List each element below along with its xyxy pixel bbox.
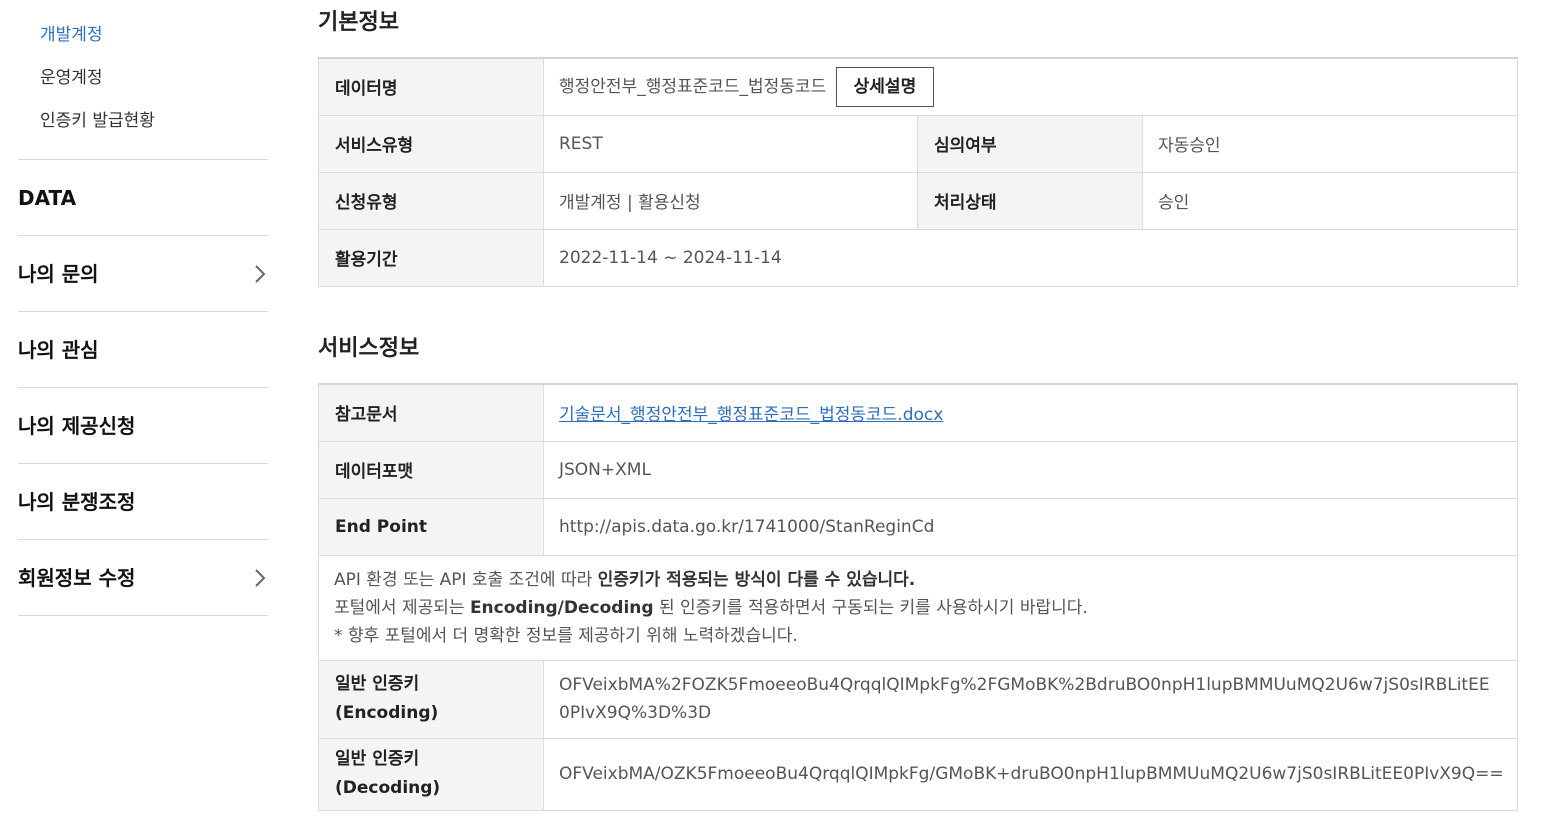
sidebar-head-inquiry[interactable]: 나의 문의: [18, 236, 268, 312]
table-row: 데이터명 행정안전부_행정표준코드_법정동코드 상세설명: [318, 57, 1518, 116]
table-row: 활용기간 2022-11-14 ~ 2024-11-14: [318, 228, 1518, 287]
apply-type-value: 개발계정 | 활용신청: [543, 171, 918, 230]
service-info-table: 참고문서 기술문서_행정안전부_행정표준코드_법정동코드.docx 데이터포맷 …: [318, 383, 1518, 811]
key-notice: API 환경 또는 API 호출 조건에 따라 인증키가 적용되는 방식이 다를…: [318, 554, 1518, 661]
period-label: 활용기간: [318, 228, 544, 287]
sidebar-item-dev-account[interactable]: 개발계정: [18, 14, 268, 57]
encoding-key-label-line2: (Encoding): [335, 703, 439, 723]
data-name-label: 데이터명: [318, 57, 544, 116]
notice-line: * 향후 포털에서 더 명확한 정보를 제공하기 위해 노력하겠습니다.: [334, 625, 798, 646]
decoding-key-label: 일반 인증키 (Decoding): [318, 737, 544, 811]
review-label: 심의여부: [917, 114, 1143, 173]
notice-emphasis: Encoding/Decoding: [469, 597, 654, 618]
sidebar-head-label: 나의 분쟁조정: [18, 490, 136, 514]
ref-doc-cell: 기술문서_행정안전부_행정표준코드_법정동코드.docx: [543, 383, 1518, 442]
basic-info-table: 데이터명 행정안전부_행정표준코드_법정동코드 상세설명 서비스유형 REST …: [318, 57, 1518, 287]
sidebar-head-provide-request[interactable]: 나의 제공신청: [18, 388, 268, 464]
sidebar-head-label: 나의 문의: [18, 262, 99, 286]
chevron-right-icon: [254, 540, 266, 616]
chevron-right-icon: [254, 236, 266, 312]
sidebar-head-label: 나의 관심: [18, 338, 99, 362]
sidebar-item-ops-account[interactable]: 운영계정: [18, 57, 268, 100]
encoding-key-value[interactable]: OFVeixbMA%2FOZK5FmoeeoBu4QrqqlQIMpkFg%2F…: [543, 659, 1518, 739]
format-label: 데이터포맷: [318, 440, 544, 499]
encoding-key-label-line1: 일반 인증키: [335, 674, 420, 694]
sidebar-head-data[interactable]: DATA: [18, 160, 268, 236]
sidebar-head-label: 회원정보 수정: [18, 566, 136, 590]
apply-type-label: 신청유형: [318, 171, 544, 230]
data-name-value: 행정안전부_행정표준코드_법정동코드: [559, 76, 827, 97]
sidebar: 개발계정 운영계정 인증키 발급현황 DATA 나의 문의 나의 관심 나의 제…: [18, 0, 268, 616]
review-value: 자동승인: [1142, 114, 1518, 173]
table-row: 일반 인증키 (Encoding) OFVeixbMA%2FOZK5Fmoeeo…: [318, 659, 1518, 739]
table-row: End Point http://apis.data.go.kr/1741000…: [318, 497, 1518, 556]
table-row: API 환경 또는 API 호출 조건에 따라 인증키가 적용되는 방식이 다를…: [318, 554, 1518, 661]
service-type-label: 서비스유형: [318, 114, 544, 173]
endpoint-value: http://apis.data.go.kr/1741000/StanRegin…: [543, 497, 1518, 556]
notice-text: 된 인증키를 적용하면서 구동되는 키를 사용하시기 바랍니다.: [653, 597, 1088, 618]
notice-emphasis: 인증키가 적용되는 방식이 다를 수 있습니다.: [597, 569, 916, 590]
notice-line: API 환경 또는 API 호출 조건에 따라 인증키가 적용되는 방식이 다를…: [334, 566, 1502, 594]
notice-text: API 환경 또는 API 호출 조건에 따라: [334, 569, 598, 590]
decoding-key-label-line2: (Decoding): [335, 778, 441, 798]
sidebar-head-member-edit[interactable]: 회원정보 수정: [18, 540, 268, 616]
notice-text: 포털에서 제공되는: [334, 597, 470, 618]
notice-line: 포털에서 제공되는 Encoding/Decoding 된 인증키를 적용하면서…: [334, 594, 1502, 622]
decoding-key-label-line1: 일반 인증키: [335, 749, 420, 769]
data-name-cell: 행정안전부_행정표준코드_법정동코드 상세설명: [543, 57, 1518, 116]
table-row: 신청유형 개발계정 | 활용신청 처리상태 승인: [318, 171, 1518, 230]
sidebar-sub-list: 개발계정 운영계정 인증키 발급현황: [18, 0, 268, 160]
encoding-key-label: 일반 인증키 (Encoding): [318, 659, 544, 739]
sidebar-item-key-status[interactable]: 인증키 발급현황: [18, 100, 268, 143]
table-row: 참고문서 기술문서_행정안전부_행정표준코드_법정동코드.docx: [318, 383, 1518, 442]
sidebar-head-dispute[interactable]: 나의 분쟁조정: [18, 464, 268, 540]
sidebar-head-interest[interactable]: 나의 관심: [18, 312, 268, 388]
ref-doc-link[interactable]: 기술문서_행정안전부_행정표준코드_법정동코드.docx: [559, 405, 943, 425]
status-label: 처리상태: [917, 171, 1143, 230]
ref-doc-label: 참고문서: [318, 383, 544, 442]
table-row: 서비스유형 REST 심의여부 자동승인: [318, 114, 1518, 173]
status-value: 승인: [1142, 171, 1518, 230]
service-type-value: REST: [543, 114, 918, 173]
period-value: 2022-11-14 ~ 2024-11-14: [543, 228, 1518, 287]
basic-info-title: 기본정보: [318, 10, 399, 35]
table-row: 일반 인증키 (Decoding) OFVeixbMA/OZK5FmoeeoBu…: [318, 737, 1518, 811]
decoding-key-value[interactable]: OFVeixbMA/OZK5FmoeeoBu4QrqqlQIMpkFg/GMoB…: [543, 737, 1518, 811]
detail-button[interactable]: 상세설명: [835, 66, 935, 107]
endpoint-label: End Point: [318, 497, 544, 556]
format-value: JSON+XML: [543, 440, 1518, 499]
table-row: 데이터포맷 JSON+XML: [318, 440, 1518, 499]
sidebar-head-label: 나의 제공신청: [18, 414, 136, 438]
sidebar-head-label: DATA: [18, 186, 77, 210]
service-info-title: 서비스정보: [318, 336, 420, 361]
